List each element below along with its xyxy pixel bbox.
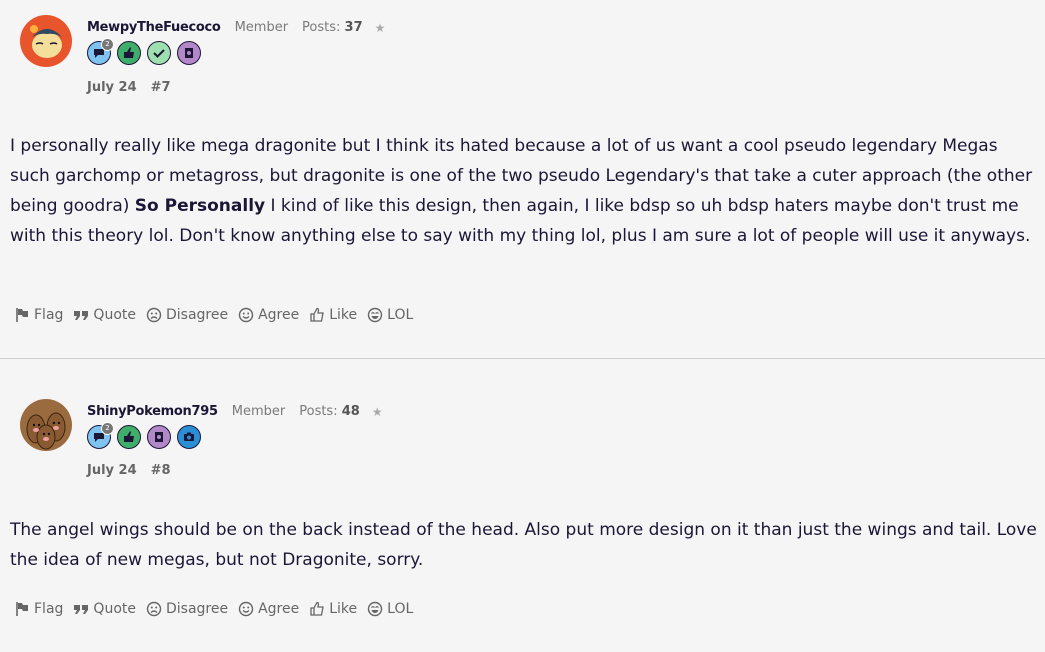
flag-button[interactable]: Flag (14, 307, 63, 323)
smile-icon (238, 307, 254, 323)
post-number[interactable]: #8 (151, 463, 171, 478)
author-meta: MewpyTheFuecoco Member Posts: 37 ★ (87, 20, 385, 35)
post-date-line: July 24 #8 (87, 463, 171, 478)
post-count: Posts: 37 (302, 20, 363, 35)
user-role: Member (231, 404, 286, 419)
avatar[interactable] (20, 15, 72, 67)
thumbs-up-badge-icon[interactable] (117, 425, 141, 449)
quote-button[interactable]: Quote (73, 601, 136, 617)
quote-button[interactable]: Quote (73, 307, 136, 323)
username[interactable]: ShinyPokemon795 (87, 404, 218, 419)
like-button[interactable]: Like (309, 601, 357, 617)
flag-icon (16, 602, 28, 616)
disagree-button[interactable]: Disagree (146, 307, 228, 323)
flag-button[interactable]: Flag (14, 601, 63, 617)
comment-badge-icon[interactable]: 2 (87, 38, 114, 65)
flag-icon (16, 308, 28, 322)
post-actions: Flag Quote Disagree Agree Like LOL (14, 601, 413, 617)
badge-count: 2 (101, 38, 114, 51)
post-date[interactable]: July 24 (87, 463, 137, 478)
post-date[interactable]: July 24 (87, 80, 137, 95)
comment-badge-icon[interactable]: 2 (87, 422, 114, 449)
smile-icon (238, 601, 254, 617)
bold-text: So Personally (134, 196, 266, 216)
post-body: I personally really like mega dragonite … (10, 136, 1033, 246)
thumbs-up-icon (310, 601, 325, 616)
post-number[interactable]: #7 (151, 80, 171, 95)
badge-count: 2 (101, 422, 114, 435)
post-8: ShinyPokemon795 Member Posts: 48 ★ 2 Jul… (0, 359, 1045, 652)
star-icon: ★ (374, 20, 386, 35)
notebook-badge-icon[interactable] (147, 425, 171, 449)
username[interactable]: MewpyTheFuecoco (87, 20, 221, 35)
lol-button[interactable]: LOL (367, 307, 413, 323)
post-date-line: July 24 #7 (87, 80, 171, 95)
post-7: MewpyTheFuecoco Member Posts: 37 ★ 2 Jul… (0, 0, 1045, 359)
quote-icon (74, 605, 89, 614)
laugh-icon (367, 601, 383, 617)
post-actions: Flag Quote Disagree Agree Like LOL (14, 307, 413, 323)
camera-badge-icon[interactable] (177, 425, 201, 449)
disagree-button[interactable]: Disagree (146, 601, 228, 617)
agree-button[interactable]: Agree (238, 307, 299, 323)
badge-list: 2 (87, 38, 201, 65)
lol-button[interactable]: LOL (367, 601, 413, 617)
star-icon: ★ (371, 404, 383, 419)
agree-button[interactable]: Agree (238, 601, 299, 617)
frown-icon (146, 307, 162, 323)
check-badge-icon[interactable] (147, 41, 171, 65)
laugh-icon (367, 307, 383, 323)
like-button[interactable]: Like (309, 307, 357, 323)
user-role: Member (234, 20, 289, 35)
thumbs-up-badge-icon[interactable] (117, 41, 141, 65)
quote-icon (74, 311, 89, 320)
notebook-badge-icon[interactable] (177, 41, 201, 65)
avatar[interactable] (20, 399, 72, 451)
frown-icon (146, 601, 162, 617)
badge-list: 2 (87, 422, 201, 449)
thumbs-up-icon (310, 307, 325, 322)
post-body: The angel wings should be on the back in… (10, 520, 1037, 570)
author-meta: ShinyPokemon795 Member Posts: 48 ★ (87, 404, 383, 419)
post-count: Posts: 48 (299, 404, 360, 419)
